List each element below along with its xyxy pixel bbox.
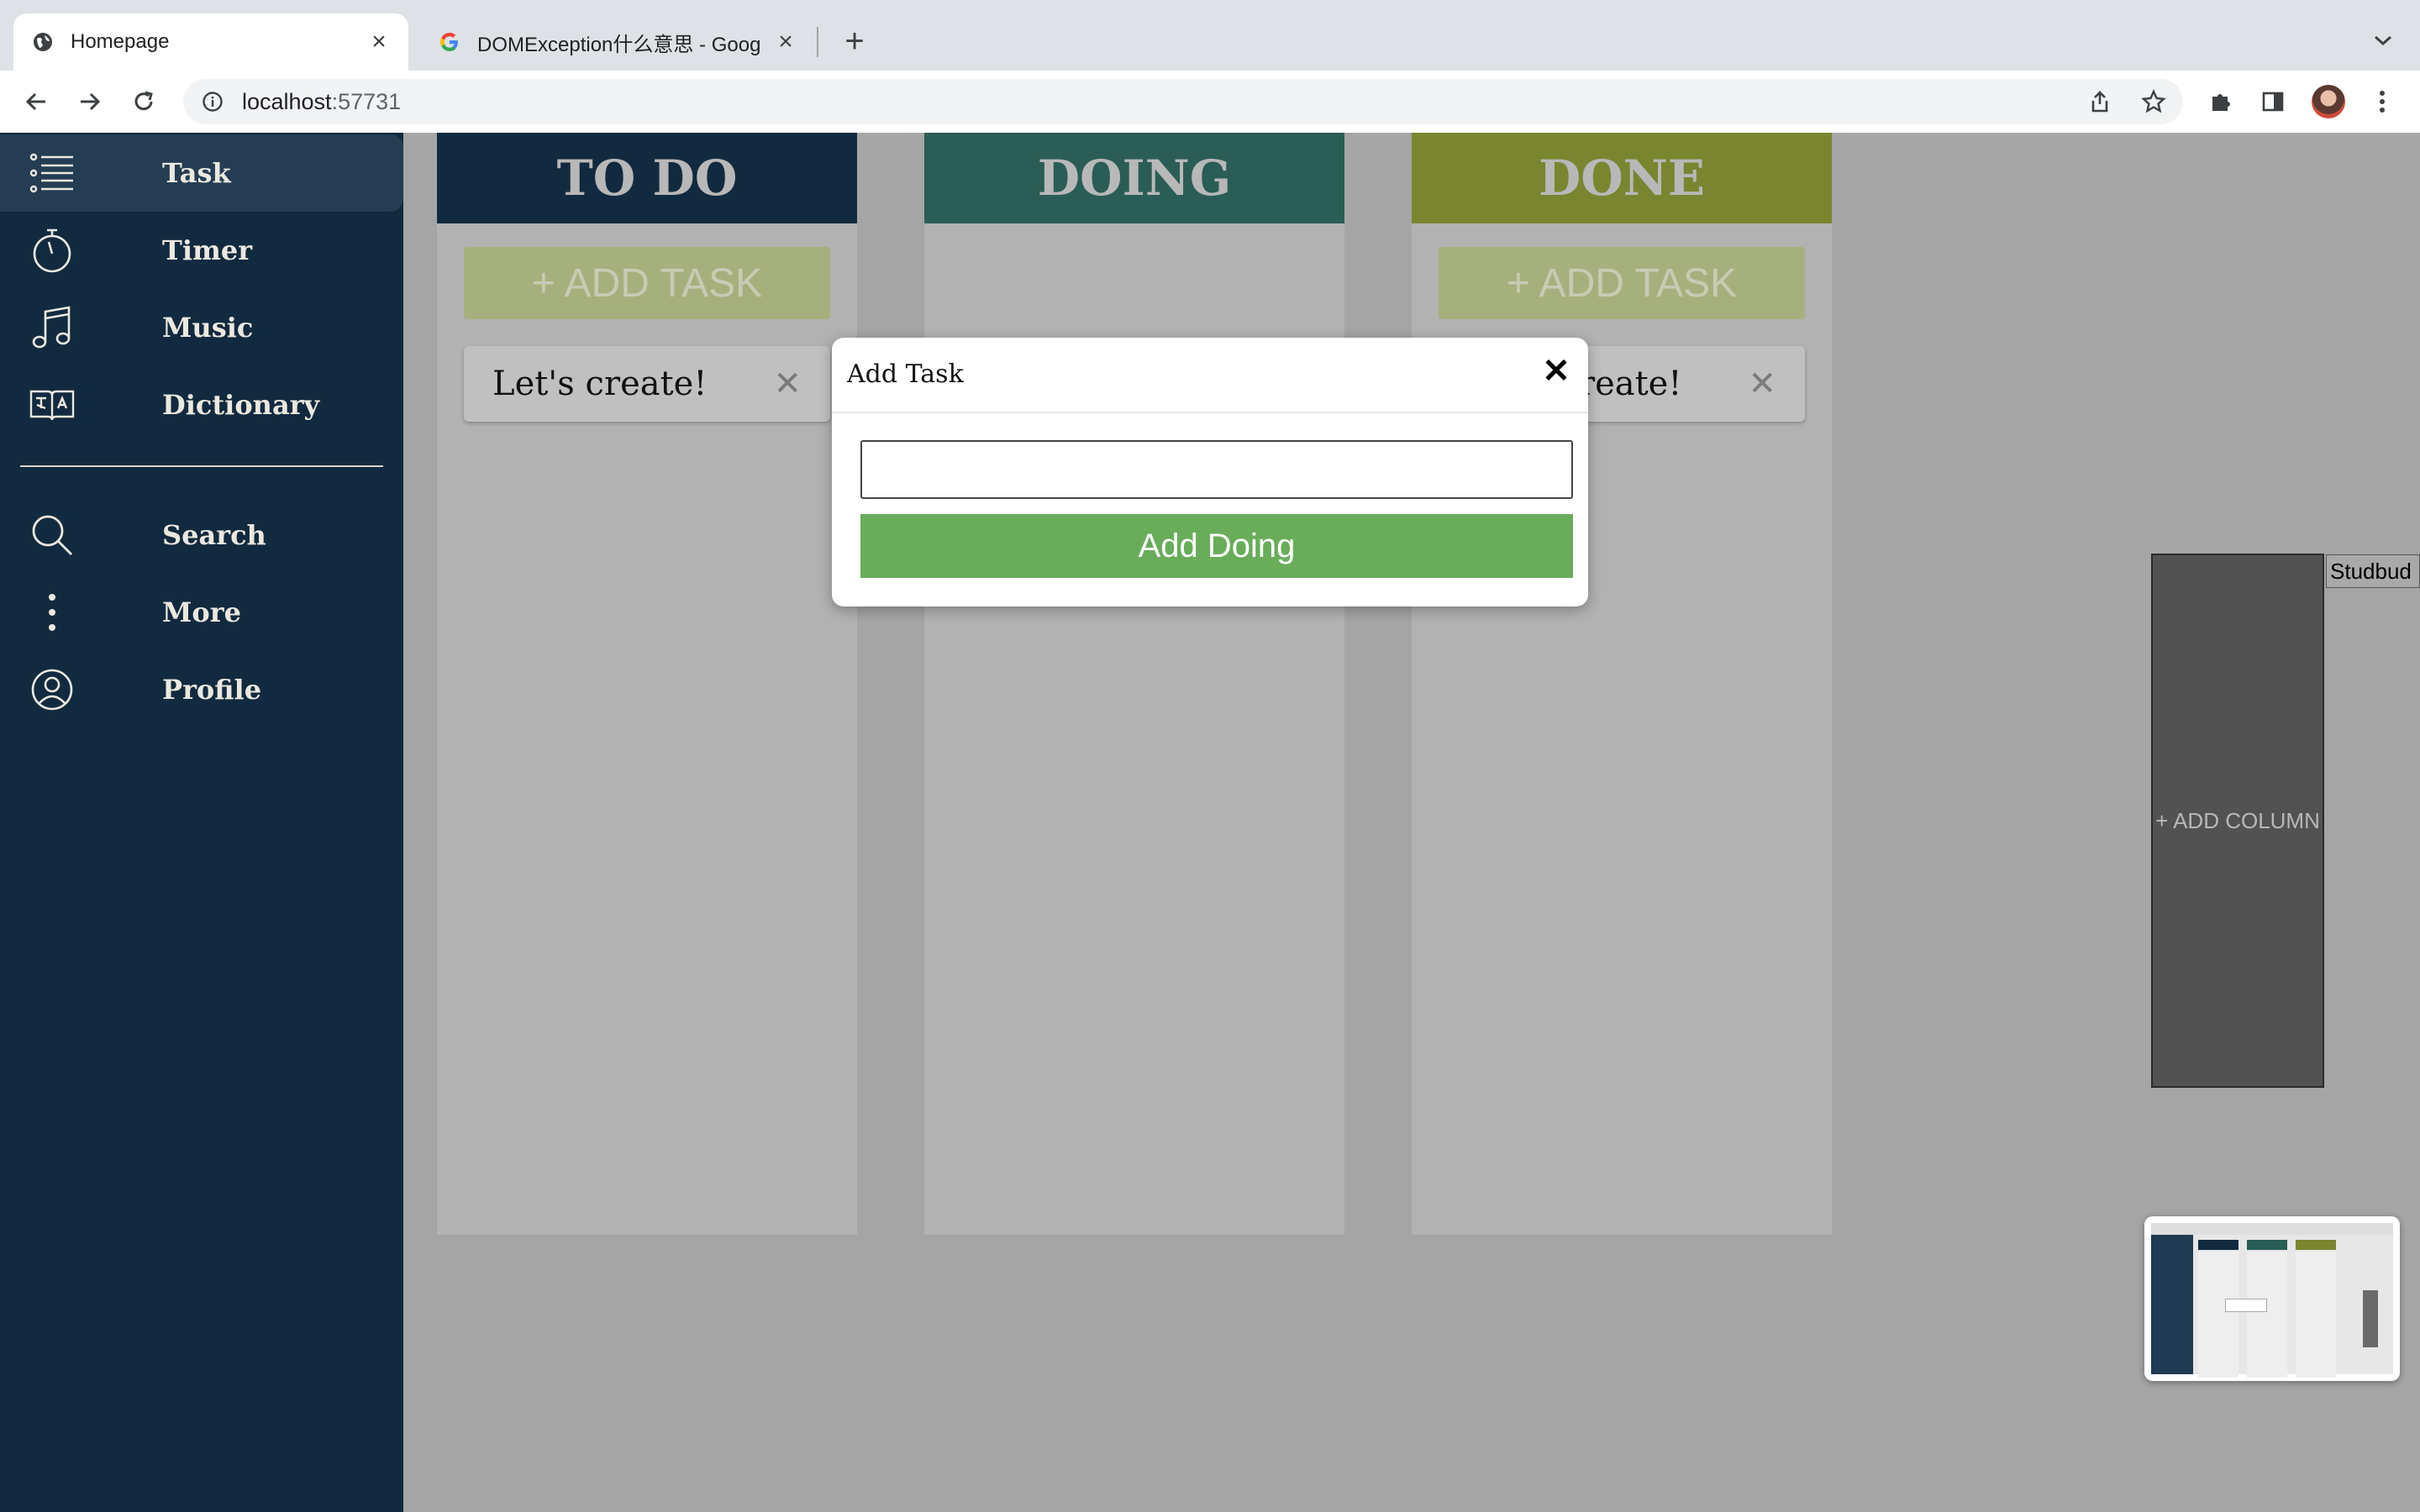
share-icon[interactable]: [2081, 82, 2119, 121]
reload-icon[interactable]: [124, 82, 163, 121]
sidebar-item-label: Task: [162, 157, 231, 189]
browser-toolbar: localhost:57731: [0, 71, 2420, 134]
column-title: TO DO: [437, 133, 857, 223]
app-content: Task Timer Music Dictionary Search More …: [0, 133, 2420, 1512]
column-done: DONE + ADD TASK Let's create! ✕: [1412, 133, 1832, 1235]
new-tab-button[interactable]: +: [835, 22, 874, 60]
tab-title: Homepage: [71, 30, 170, 53]
sidebar-item-label: More: [162, 596, 241, 628]
stopwatch-icon: [29, 227, 76, 274]
sidebar-item-dictionary[interactable]: Dictionary: [0, 366, 403, 444]
search-icon: [29, 512, 76, 559]
browser-tab-bar: Homepage × DOMException什么意思 - Goog × +: [0, 0, 2420, 71]
column-todo: TO DO + ADD TASK Let's create! ✕: [437, 133, 857, 1235]
google-icon: [437, 29, 462, 55]
extensions-puzzle-icon[interactable]: [2202, 82, 2240, 121]
add-doing-button[interactable]: Add Doing: [860, 514, 1573, 578]
sidebar-item-label: Dictionary: [162, 389, 320, 421]
sidebar-item-task[interactable]: Task: [0, 134, 403, 212]
add-task-button[interactable]: + ADD TASK: [1439, 247, 1805, 319]
sidebar-divider: [20, 465, 383, 467]
back-arrow-icon[interactable]: [17, 82, 55, 121]
task-name-input[interactable]: [860, 440, 1573, 499]
close-icon[interactable]: ×: [366, 28, 392, 55]
url-text: localhost:57731: [242, 88, 402, 114]
profile-avatar[interactable]: [2309, 82, 2348, 121]
sidebar-item-timer[interactable]: Timer: [0, 212, 403, 289]
delete-task-icon[interactable]: ✕: [773, 365, 802, 403]
modal-title: Add Task: [847, 360, 964, 389]
more-vertical-icon: [29, 589, 76, 636]
globe-icon: [30, 29, 55, 55]
list-icon: [29, 150, 76, 197]
browser-tab-google[interactable]: DOMException什么意思 - Goog ×: [420, 13, 815, 71]
browser-menu-icon[interactable]: [2363, 82, 2402, 121]
tab-title: DOMException什么意思 - Goog: [477, 33, 761, 56]
delete-task-icon[interactable]: ✕: [1748, 365, 1776, 403]
modal-header: Add Task ✕: [832, 338, 1588, 413]
sidebar-item-search[interactable]: Search: [0, 496, 403, 574]
tab-separator: [817, 27, 818, 57]
sidebar-item-music[interactable]: Music: [0, 289, 403, 366]
sidebar: Task Timer Music Dictionary Search More …: [0, 133, 403, 1512]
book-icon: [29, 381, 76, 428]
column-title: DONE: [1412, 133, 1832, 223]
sidebar-item-profile[interactable]: Profile: [0, 651, 403, 728]
add-task-button[interactable]: + ADD TASK: [464, 247, 830, 319]
side-panel-icon[interactable]: [2254, 82, 2292, 121]
studbud-label[interactable]: Studbud: [2326, 554, 2420, 588]
forward-arrow-icon[interactable]: [71, 82, 109, 121]
close-icon[interactable]: ✕: [1538, 353, 1575, 390]
chevron-down-icon[interactable]: [2366, 24, 2400, 57]
sidebar-item-label: Music: [162, 312, 254, 344]
column-title: DOING: [924, 133, 1344, 223]
music-note-icon: [29, 304, 76, 351]
browser-tab-homepage[interactable]: Homepage ×: [13, 13, 408, 71]
address-bar[interactable]: localhost:57731: [183, 79, 2183, 124]
sidebar-item-label: Search: [162, 519, 266, 551]
page-preview-thumbnail[interactable]: [2144, 1216, 2400, 1381]
bookmark-star-icon[interactable]: [2134, 82, 2173, 121]
column-doing: DOING: [924, 133, 1344, 1235]
info-icon[interactable]: [200, 89, 225, 114]
user-circle-icon: [29, 666, 76, 713]
sidebar-item-label: Timer: [162, 234, 253, 266]
add-column-button[interactable]: + ADD COLUMN: [2151, 554, 2324, 1088]
add-task-modal: Add Task ✕ Add Doing: [832, 338, 1588, 606]
close-icon[interactable]: ×: [773, 28, 798, 55]
sidebar-item-label: Profile: [162, 674, 262, 706]
task-text: Let's create!: [492, 365, 708, 403]
sidebar-item-more[interactable]: More: [0, 574, 403, 651]
task-card[interactable]: Let's create! ✕: [464, 346, 830, 422]
